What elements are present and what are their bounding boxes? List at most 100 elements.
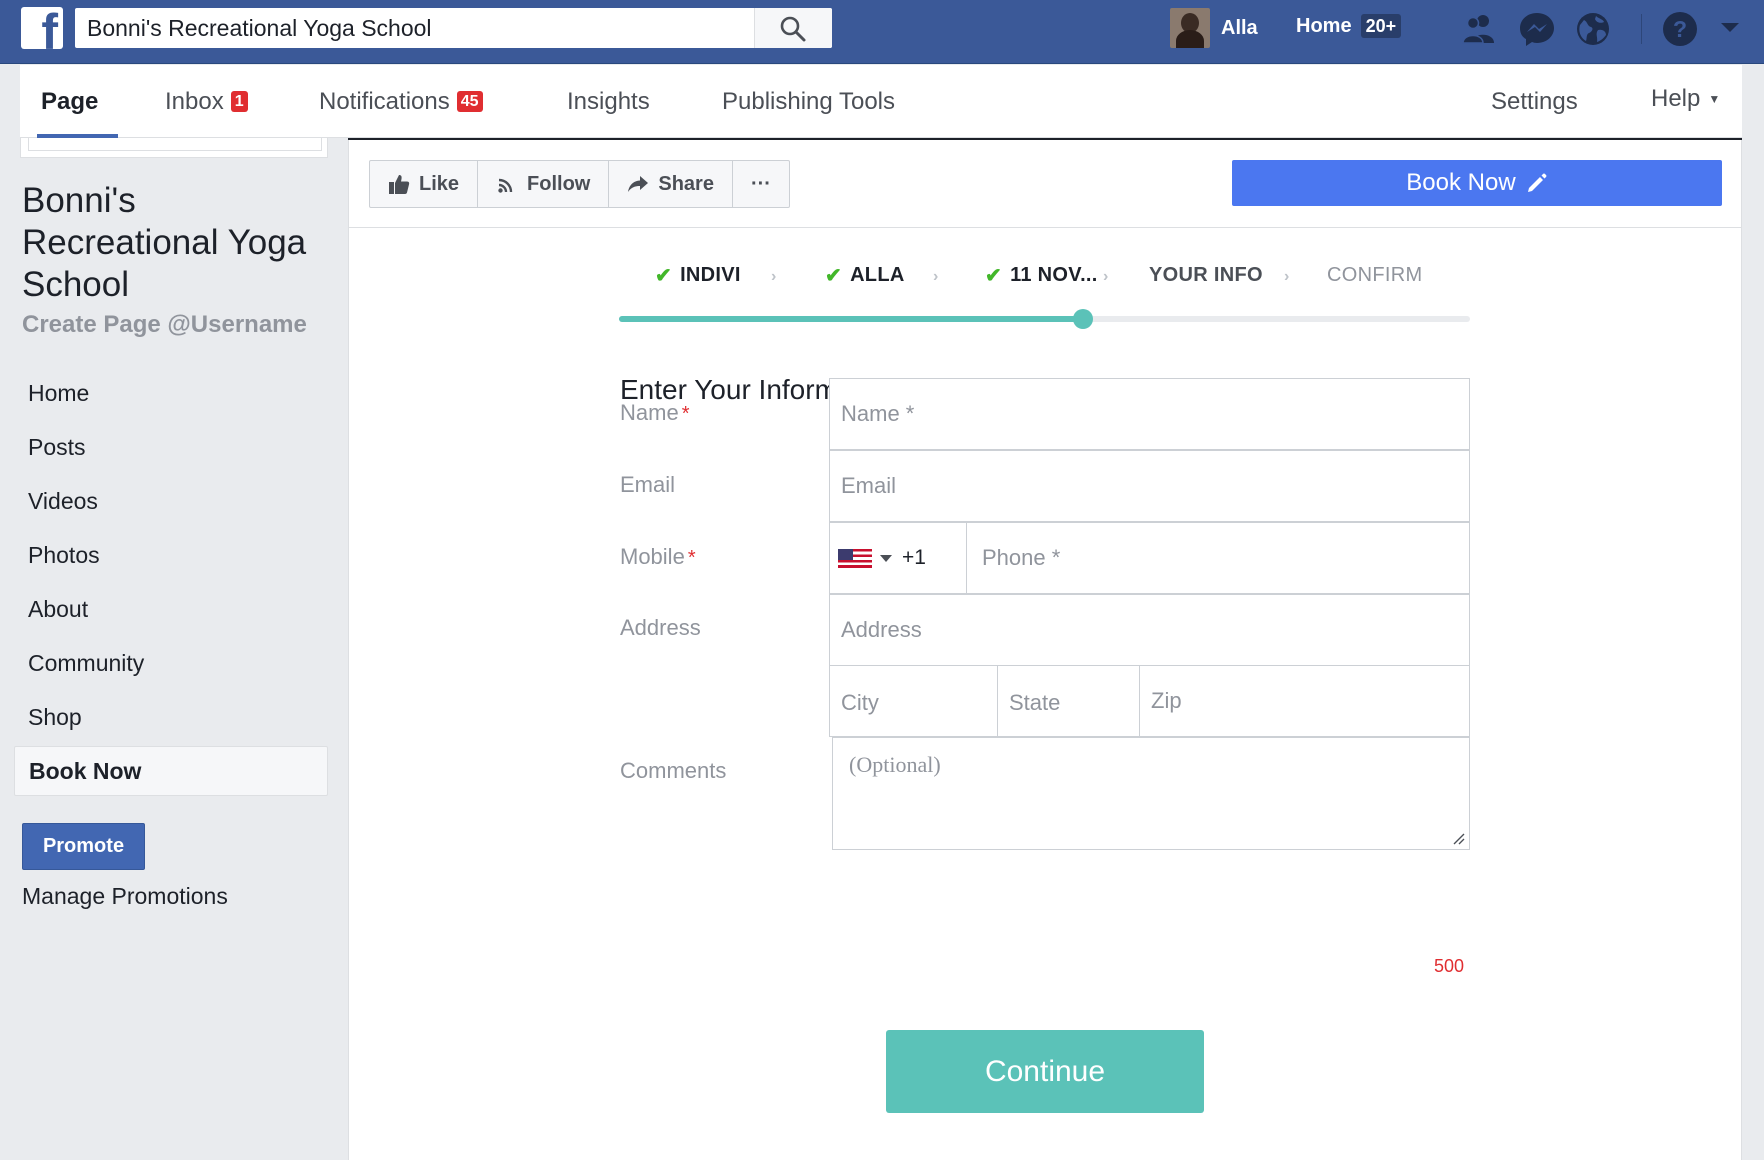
home-link[interactable]: Home 20+ (1296, 14, 1402, 38)
promote-button[interactable]: Promote (22, 823, 145, 870)
check-icon: ✔ (825, 264, 843, 287)
email-input[interactable] (830, 451, 1469, 521)
step-service[interactable]: ✔ INDIVI (655, 260, 741, 290)
profile-name: Alla (1221, 16, 1258, 39)
manage-promotions-link[interactable]: Manage Promotions (22, 883, 228, 910)
sidebar-menu: Home Posts Videos Photos About Community… (14, 366, 328, 796)
tab-page[interactable]: Page (37, 65, 119, 138)
sidebar-item-label: Posts (28, 433, 86, 460)
sidebar-item-videos[interactable]: Videos (14, 474, 328, 528)
step-label: ALLA (850, 263, 905, 286)
avatar (1170, 8, 1210, 48)
tab-inbox-label: Inbox (165, 87, 224, 115)
booking-steps: ✔ INDIVI › ✔ ALLA › ✔ 11 NOV... › YOUR I… (619, 260, 1470, 300)
sidebar-item-label: Videos (28, 487, 98, 514)
like-button[interactable]: Like (370, 161, 479, 207)
tab-help-label: Help (1651, 84, 1701, 112)
continue-button[interactable]: Continue (886, 1030, 1204, 1113)
more-options-icon: ··· (750, 172, 771, 195)
address-label: Address (620, 615, 701, 640)
step-label: YOUR INFO (1149, 263, 1263, 286)
more-options-button[interactable]: ··· (733, 161, 789, 207)
sidebar-item-photos[interactable]: Photos (14, 528, 328, 582)
sidebar-item-book-now[interactable]: Book Now (14, 746, 328, 796)
us-flag-icon (838, 548, 872, 568)
step-label: 11 NOV... (1010, 263, 1098, 286)
comments-field (832, 737, 1470, 850)
tab-inbox[interactable]: Inbox 1 (165, 65, 248, 138)
comments-textarea[interactable] (833, 738, 1469, 849)
email-label: Email (620, 472, 676, 497)
top-bar: f Alla Home 20+ ? (0, 0, 1764, 64)
chevron-right-icon: › (1103, 268, 1109, 285)
city-cell (830, 666, 998, 736)
page-title: Bonni's Recreational Yoga School (22, 181, 307, 304)
globe-icon[interactable] (1574, 10, 1612, 48)
notifications-badge: 45 (456, 91, 483, 112)
create-username-link[interactable]: Create Page @Username (22, 311, 307, 339)
tab-insights[interactable]: Insights (567, 65, 650, 138)
main-content: Like Follow Share ··· Book Now ✔ INDIVI … (348, 138, 1742, 1160)
book-now-button[interactable]: Book Now (1232, 160, 1722, 206)
friends-icon[interactable] (1460, 10, 1498, 48)
book-now-label: Book Now (1406, 169, 1516, 196)
step-date[interactable]: ✔ 11 NOV... (985, 260, 1098, 290)
country-code: +1 (902, 546, 926, 569)
mobile-label: Mobile * (620, 544, 696, 570)
profile-picture-frame (20, 138, 328, 158)
tab-settings-label: Settings (1491, 87, 1578, 115)
search-input[interactable] (75, 8, 755, 48)
address-input[interactable] (830, 595, 1469, 665)
address-field (829, 594, 1470, 666)
share-button[interactable]: Share (609, 161, 733, 207)
tab-help[interactable]: Help ▼ (1651, 62, 1720, 135)
step-staff[interactable]: ✔ ALLA (825, 260, 905, 290)
page-action-bar: Like Follow Share ··· Book Now (349, 138, 1741, 228)
follow-button[interactable]: Follow (478, 161, 610, 207)
messenger-icon[interactable] (1518, 10, 1556, 48)
tab-notifications[interactable]: Notifications 45 (319, 65, 483, 138)
sidebar-item-label: Home (28, 379, 90, 406)
sidebar-item-label: About (28, 595, 89, 622)
mobile-field: +1 (829, 522, 1470, 594)
sidebar-item-posts[interactable]: Posts (14, 420, 328, 474)
zip-input[interactable] (1140, 666, 1469, 736)
zip-cell (1140, 666, 1469, 736)
follow-label: Follow (527, 172, 591, 195)
tab-settings[interactable]: Settings (1491, 65, 1578, 138)
progress-knob (1072, 309, 1093, 329)
email-field (829, 450, 1470, 522)
caret-down-icon[interactable] (1718, 16, 1742, 40)
comments-label: Comments (620, 758, 727, 783)
booking-progress-bar (619, 309, 1470, 329)
country-code-select[interactable]: +1 (830, 523, 967, 593)
character-counter: 500 (1434, 956, 1465, 976)
share-arrow-icon (628, 176, 649, 192)
sidebar-item-about[interactable]: About (14, 582, 328, 636)
facebook-logo-icon[interactable]: f (21, 7, 63, 49)
resize-handle-icon[interactable] (1453, 833, 1465, 845)
state-input[interactable] (998, 666, 1139, 736)
city-input[interactable] (830, 666, 997, 736)
logo-letter: f (41, 7, 58, 49)
search-button[interactable] (754, 8, 832, 48)
sidebar-item-home[interactable]: Home (14, 366, 328, 420)
cover-bottom-edge (348, 138, 1742, 140)
home-label: Home (1296, 14, 1352, 37)
help-icon[interactable]: ? (1661, 10, 1699, 48)
tab-page-label: Page (41, 87, 99, 115)
help-caret-icon: ▼ (1708, 91, 1721, 106)
profile-link[interactable]: Alla (1170, 8, 1258, 48)
sidebar-item-community[interactable]: Community (14, 636, 328, 690)
step-your-info: YOUR INFO (1149, 260, 1263, 290)
chevron-right-icon: › (771, 268, 777, 285)
rss-follow-icon (498, 178, 513, 193)
name-input[interactable] (830, 379, 1469, 449)
name-label: Name * (620, 400, 689, 426)
pencil-icon (1527, 173, 1547, 192)
name-field (829, 378, 1470, 450)
tab-publishing-tools[interactable]: Publishing Tools (722, 65, 895, 138)
chevron-down-icon (880, 554, 892, 562)
sidebar-item-shop[interactable]: Shop (14, 690, 328, 744)
phone-input[interactable] (967, 523, 1469, 593)
